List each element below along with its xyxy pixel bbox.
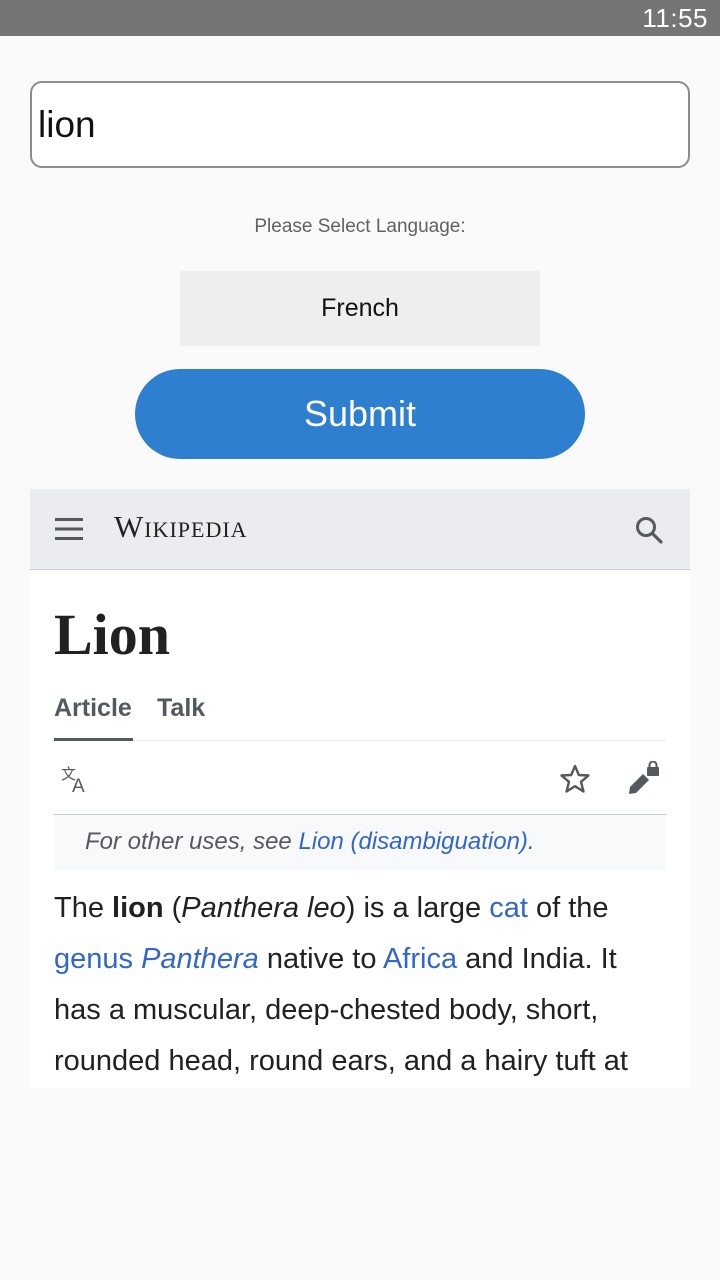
paragraph-line: has a muscular, deep-chested body, short… [54,994,599,1026]
text-fragment: native to [258,943,383,975]
search-icon[interactable] [634,515,664,545]
hatnote: For other uses, see Lion (disambiguation… [54,815,666,870]
language-label: Please Select Language: [254,216,466,237]
search-input[interactable] [30,81,690,168]
wikipedia-webview: Wikipedia Lion Article Talk 文 A For othe… [30,489,690,1088]
disambiguation-link[interactable]: Lion (disambiguation) [298,828,527,855]
text-fragment: genus [54,943,142,975]
status-time: 11:55 [642,3,708,33]
paragraph-line: rounded head, round ears, and a hairy tu… [54,1045,628,1077]
wiki-header: Wikipedia [30,489,690,570]
star-icon[interactable] [559,763,591,795]
article-title: Lion [54,602,171,667]
wikipedia-logo[interactable]: Wikipedia [114,509,248,545]
scientific-name: Panthera leo [181,892,346,924]
article-tabs: Article Talk [54,694,666,741]
paragraph-line: genus Panthera native to Africa and Indi… [54,934,674,985]
text-fragment: The [54,892,113,924]
cat-link[interactable]: cat [489,892,528,924]
svg-text:A: A [72,776,85,795]
genus-link[interactable]: genus Panthera [54,943,259,975]
tab-article[interactable]: Article [54,694,133,741]
text-fragment: and India. It [457,943,617,975]
text-fragment: ) is a large [345,892,490,924]
translate-icon[interactable]: 文 A [60,763,92,795]
africa-link[interactable]: Africa [383,943,457,975]
hatnote-suffix: . [527,828,535,855]
bold-term: lion [112,892,164,924]
article-intro-paragraph: The lion (Panthera leo) is a large cat o… [54,883,674,1087]
text-fragment: of the [527,892,609,924]
edit-lock-icon[interactable] [626,761,662,797]
hatnote-text: For other uses, see [85,828,299,855]
submit-button[interactable]: Submit [135,369,585,459]
text-fragment: ( [163,892,182,924]
tab-talk[interactable]: Talk [157,694,205,741]
page-actions-toolbar: 文 A [54,741,666,815]
language-select[interactable]: French [180,271,540,346]
paragraph-line: The lion (Panthera leo) is a large cat o… [54,883,674,934]
genus-name: Panthera [141,943,259,975]
menu-icon[interactable] [54,516,84,542]
language-selected-value: French [321,294,399,322]
status-bar: 11:55 [0,0,720,36]
